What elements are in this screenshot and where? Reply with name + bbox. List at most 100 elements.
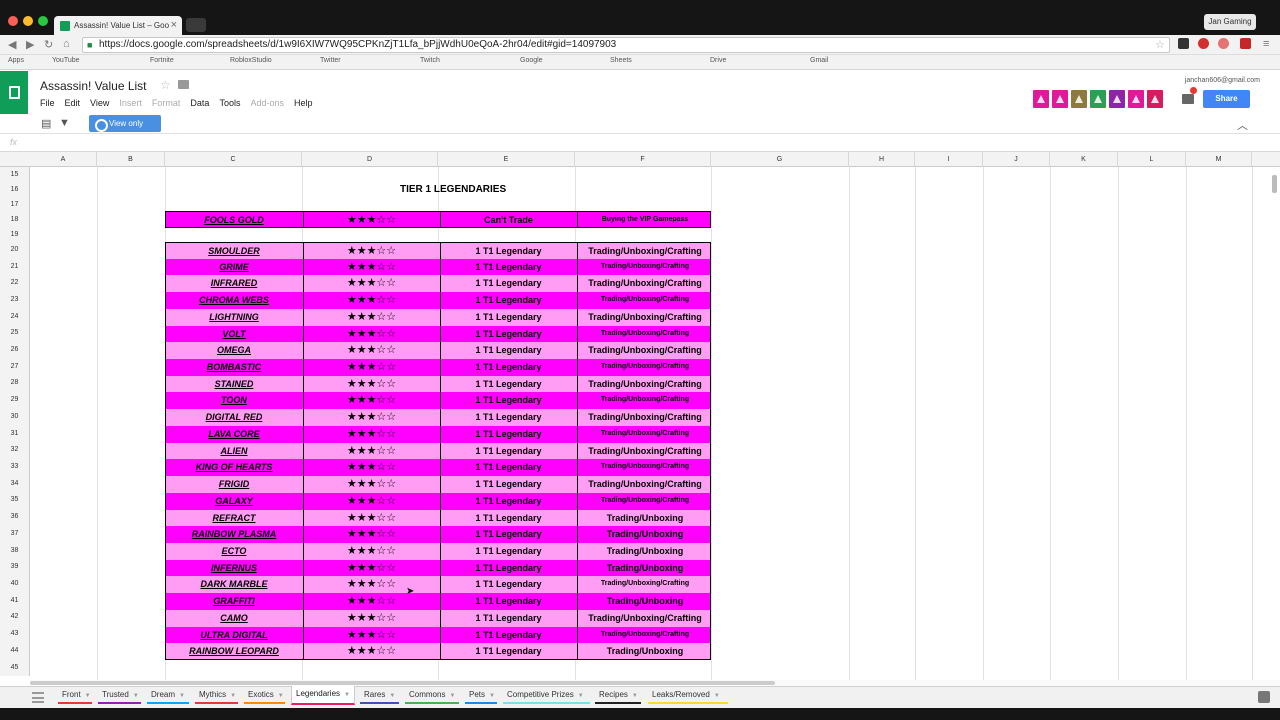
row-header[interactable]: 40 — [0, 575, 30, 592]
table-row[interactable]: CHROMA WEBS ★★★☆☆ 1 T1 Legendary Trading/Un… — [165, 292, 711, 310]
column-header[interactable]: B — [97, 152, 165, 167]
column-header[interactable]: H — [849, 152, 915, 167]
table-row[interactable]: LIGHTNING ★★★☆☆ 1 T1 Legendary Trading/Unbo… — [165, 308, 711, 326]
sheet-tab[interactable]: Pets ▼ — [465, 687, 497, 704]
dropdown-arrow-icon[interactable]: ▼ — [449, 693, 455, 699]
extension-icon[interactable] — [1218, 38, 1229, 49]
dropdown-arrow-icon[interactable]: ▼ — [230, 693, 236, 699]
bookmark-item[interactable]: YouTube — [52, 57, 80, 64]
row-header[interactable]: 19 — [0, 228, 30, 241]
table-row[interactable]: ECTO ★★★☆☆ 1 T1 Legendary Trading/Unboxing — [165, 542, 711, 560]
row-header[interactable]: 37 — [0, 525, 30, 542]
column-header[interactable]: L — [1118, 152, 1186, 167]
column-header[interactable]: E — [438, 152, 575, 167]
viewer-avatar-icon[interactable] — [1109, 90, 1125, 108]
bookmark-item[interactable]: Drive — [710, 57, 726, 64]
bookmark-item[interactable]: Apps — [8, 57, 24, 64]
table-row[interactable]: INFERNUS ★★★☆☆ 1 T1 Legendary Trading/Unbox… — [165, 559, 711, 577]
filter-icon[interactable]: ▼ — [59, 117, 70, 129]
column-header[interactable]: F — [575, 152, 711, 167]
maximize-window-icon[interactable] — [38, 16, 48, 26]
sheet-tab[interactable]: Mythics ▼ — [195, 687, 238, 704]
table-row[interactable]: RAINBOW PLASMA ★★★☆☆ 1 T1 Legendary Trading… — [165, 526, 711, 544]
document-title[interactable]: Assassin! Value List — [40, 79, 147, 93]
row-header[interactable]: 38 — [0, 542, 30, 559]
table-row[interactable]: GRAFFITI ★★★☆☆ 1 T1 Legendary Trading/Unbox… — [165, 593, 711, 611]
profile-button[interactable]: Jan Gaming — [1204, 14, 1256, 30]
row-header[interactable]: 45 — [0, 659, 30, 676]
bookmark-item[interactable]: Gmail — [810, 57, 828, 64]
folder-icon[interactable] — [178, 80, 189, 89]
table-row[interactable]: VOLT ★★★☆☆ 1 T1 Legendary Trading/Unboxing/… — [165, 325, 711, 343]
bookmark-star-icon[interactable]: ☆ — [1155, 38, 1165, 51]
table-row[interactable]: OMEGA ★★★☆☆ 1 T1 Legendary Trading/Unboxing… — [165, 342, 711, 360]
row-header[interactable]: 34 — [0, 475, 30, 492]
home-icon[interactable]: ⌂ — [63, 38, 70, 50]
table-row[interactable]: FOOLS GOLD ★★★☆☆ Can't Trade Buying the … — [165, 211, 711, 228]
bookmark-item[interactable]: Fortnite — [150, 57, 174, 64]
bookmark-item[interactable]: Sheets — [610, 57, 632, 64]
table-row[interactable]: REFRACT ★★★☆☆ 1 T1 Legendary Trading/Unboxi… — [165, 509, 711, 527]
browser-tab[interactable]: Assassin! Value List – Goo × — [54, 16, 182, 35]
table-row[interactable]: INFRARED ★★★☆☆ 1 T1 Legendary Trading/Unbox… — [165, 275, 711, 293]
row-header[interactable]: 21 — [0, 258, 30, 275]
share-button[interactable]: Share — [1203, 90, 1250, 108]
table-row[interactable]: RAINBOW LEOPARD ★★★☆☆ 1 T1 Legendary Tradin… — [165, 643, 711, 661]
row-header[interactable]: 26 — [0, 341, 30, 358]
back-icon[interactable]: ◀ — [8, 38, 16, 51]
menu-edit[interactable]: Edit — [65, 98, 81, 108]
minimize-window-icon[interactable] — [23, 16, 33, 26]
menu-view[interactable]: View — [90, 98, 109, 108]
table-row[interactable]: ULTRA DIGITAL ★★★☆☆ 1 T1 Legendary Trading/… — [165, 626, 711, 644]
bookmark-item[interactable]: Google — [520, 57, 543, 64]
table-row[interactable]: GRIME ★★★☆☆ 1 T1 Legendary Trading/Unboxing… — [165, 258, 711, 276]
row-header[interactable]: 15 — [0, 167, 30, 182]
row-header[interactable]: 41 — [0, 592, 30, 609]
row-header[interactable]: 18 — [0, 211, 30, 228]
explore-icon[interactable] — [1258, 691, 1270, 703]
dropdown-arrow-icon[interactable]: ▼ — [632, 693, 638, 699]
row-header[interactable]: 33 — [0, 458, 30, 475]
table-row[interactable]: DARK MARBLE ★★★☆☆ 1 T1 Legendary Trading/Un… — [165, 576, 711, 594]
dropdown-arrow-icon[interactable]: ▼ — [578, 693, 584, 699]
menu-icon[interactable]: ≡ — [1263, 38, 1269, 50]
column-header[interactable]: K — [1050, 152, 1118, 167]
row-header[interactable]: 20 — [0, 241, 30, 258]
extension-icon[interactable] — [1198, 38, 1209, 49]
table-row[interactable]: LAVA CORE ★★★☆☆ 1 T1 Legendary Trading/Unbo… — [165, 425, 711, 443]
extension-icon[interactable] — [1240, 38, 1251, 49]
column-header[interactable]: I — [915, 152, 983, 167]
column-header[interactable]: M — [1186, 152, 1252, 167]
column-header[interactable]: C — [165, 152, 302, 167]
table-row[interactable]: ALIEN ★★★☆☆ 1 T1 Legendary Trading/Unboxing… — [165, 442, 711, 460]
sheet-tab[interactable]: Commons ▼ — [405, 687, 459, 704]
row-header[interactable]: 39 — [0, 559, 30, 575]
column-header[interactable]: G — [711, 152, 849, 167]
dropdown-arrow-icon[interactable]: ▼ — [344, 692, 350, 698]
sheet-tab[interactable]: Legendaries ▼ — [291, 686, 355, 705]
table-row[interactable]: DIGITAL RED ★★★☆☆ 1 T1 Legendary Trading/Un… — [165, 409, 711, 427]
row-header[interactable]: 32 — [0, 442, 30, 458]
viewer-avatar-icon[interactable] — [1052, 90, 1068, 108]
row-header[interactable]: 44 — [0, 642, 30, 659]
table-row[interactable]: TOON ★★★☆☆ 1 T1 Legendary Trading/Unboxing/… — [165, 392, 711, 410]
row-header[interactable]: 29 — [0, 391, 30, 408]
viewer-avatar-icon[interactable] — [1090, 90, 1106, 108]
row-header[interactable]: 17 — [0, 198, 30, 211]
viewer-avatar-icon[interactable] — [1071, 90, 1087, 108]
table-row[interactable]: BOMBASTIC ★★★☆☆ 1 T1 Legendary Trading/Unbo… — [165, 359, 711, 377]
row-header[interactable]: 35 — [0, 492, 30, 508]
sheet-tab[interactable]: Trusted ▼ — [98, 687, 141, 704]
dropdown-arrow-icon[interactable]: ▼ — [489, 693, 495, 699]
collapse-chevron-icon[interactable]: ︿ — [1237, 117, 1248, 133]
menu-file[interactable]: File — [40, 98, 55, 108]
row-header[interactable]: 16 — [0, 182, 30, 198]
sheet-tab[interactable]: Dream ▼ — [147, 687, 189, 704]
menu-data[interactable]: Data — [190, 98, 209, 108]
bookmark-item[interactable]: RobloxStudio — [230, 57, 272, 64]
row-header[interactable]: 30 — [0, 408, 30, 425]
row-header[interactable]: 25 — [0, 325, 30, 341]
dropdown-arrow-icon[interactable]: ▼ — [714, 693, 720, 699]
dropdown-arrow-icon[interactable]: ▼ — [179, 693, 185, 699]
print-icon[interactable]: ▤ — [41, 117, 51, 130]
